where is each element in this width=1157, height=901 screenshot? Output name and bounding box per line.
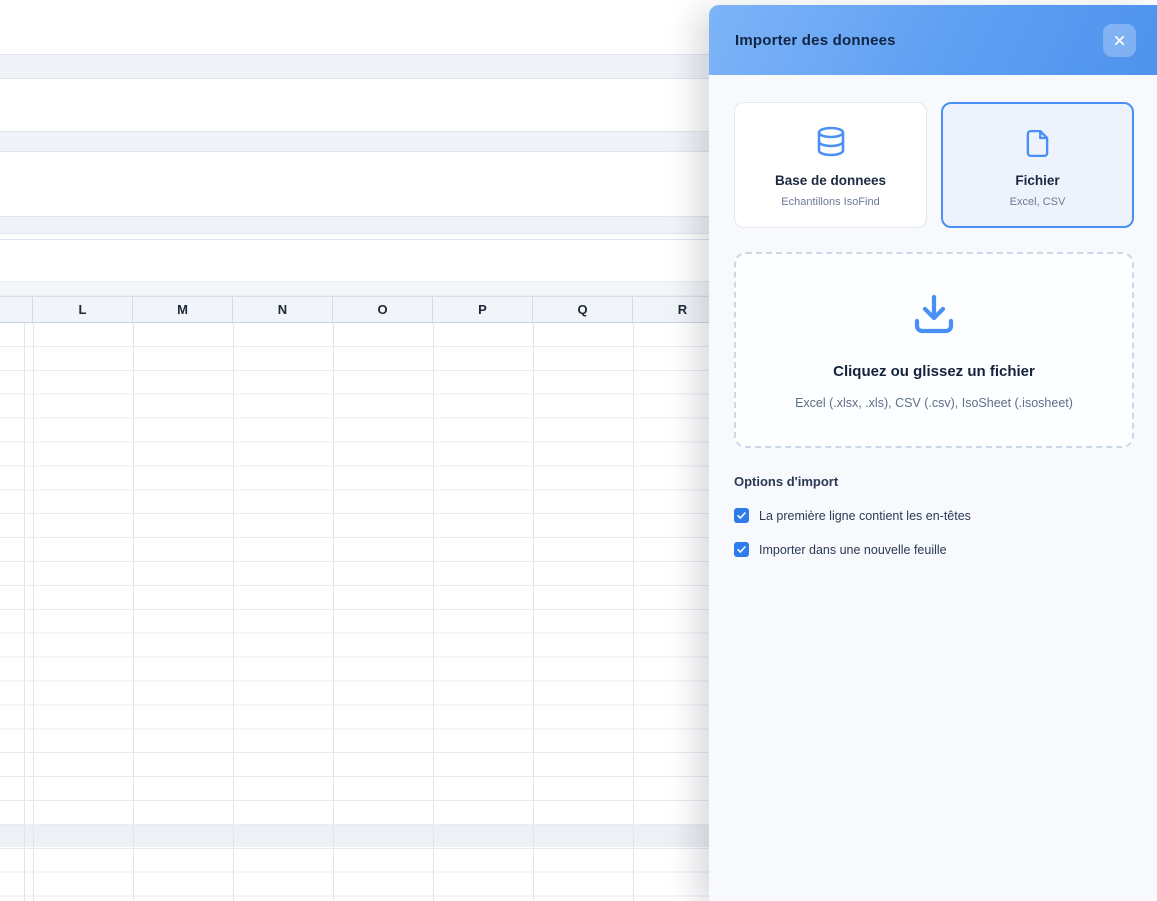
source-card-title: Base de donnees — [774, 173, 887, 188]
column-header-L[interactable]: L — [33, 297, 133, 322]
option-import-new-sheet[interactable]: Importer dans une nouvelle feuille — [734, 542, 1134, 557]
source-cards: Base de donnees Echantillons IsoFind Fic… — [734, 102, 1134, 228]
panel-title: Importer des donnees — [735, 31, 896, 49]
column-header-row: LMNOPQR — [0, 296, 740, 323]
import-panel: Importer des donnees Base de donnees Ech… — [709, 5, 1157, 901]
checkbox-import-new-sheet[interactable] — [734, 542, 749, 557]
sheet-grid-wrap — [0, 323, 709, 901]
source-card-database[interactable]: Base de donnees Echantillons IsoFind — [734, 102, 927, 228]
import-panel-header: Importer des donnees — [709, 5, 1157, 75]
file-dropzone[interactable]: Cliquez ou glissez un fichier Excel (.xl… — [734, 252, 1134, 448]
checkbox-first-row-headers[interactable] — [734, 508, 749, 523]
close-icon — [1112, 33, 1127, 48]
option-first-row-headers[interactable]: La première ligne contient les en-têtes — [734, 508, 1134, 523]
column-header-P[interactable]: P — [433, 297, 533, 322]
column-header-O[interactable]: O — [333, 297, 433, 322]
options-heading: Options d'import — [734, 474, 839, 489]
option-label: La première ligne contient les en-têtes — [759, 508, 971, 523]
source-card-title: Fichier — [1015, 173, 1060, 188]
download-icon — [910, 290, 958, 338]
dropzone-title: Cliquez ou glissez un fichier — [833, 363, 1035, 380]
source-card-file[interactable]: Fichier Excel, CSV — [941, 102, 1134, 228]
source-card-subtitle: Echantillons IsoFind — [781, 196, 880, 208]
file-icon — [1021, 122, 1054, 164]
column-header-Q[interactable]: Q — [533, 297, 633, 322]
app-window: LMNOPQR Importer des donnees Base de don… — [0, 0, 1157, 901]
dropzone-subtitle: Excel (.xlsx, .xls), CSV (.csv), IsoShee… — [795, 396, 1073, 410]
column-header-N[interactable]: N — [233, 297, 333, 322]
database-icon — [813, 122, 849, 164]
option-label: Importer dans une nouvelle feuille — [759, 542, 947, 557]
source-card-subtitle: Excel, CSV — [1009, 196, 1066, 208]
column-header-M[interactable]: M — [133, 297, 233, 322]
sheet-grid[interactable] — [0, 323, 709, 901]
column-header-partial[interactable] — [0, 297, 33, 322]
import-panel-body: Base de donnees Echantillons IsoFind Fic… — [709, 75, 1157, 557]
close-button[interactable] — [1103, 23, 1136, 57]
